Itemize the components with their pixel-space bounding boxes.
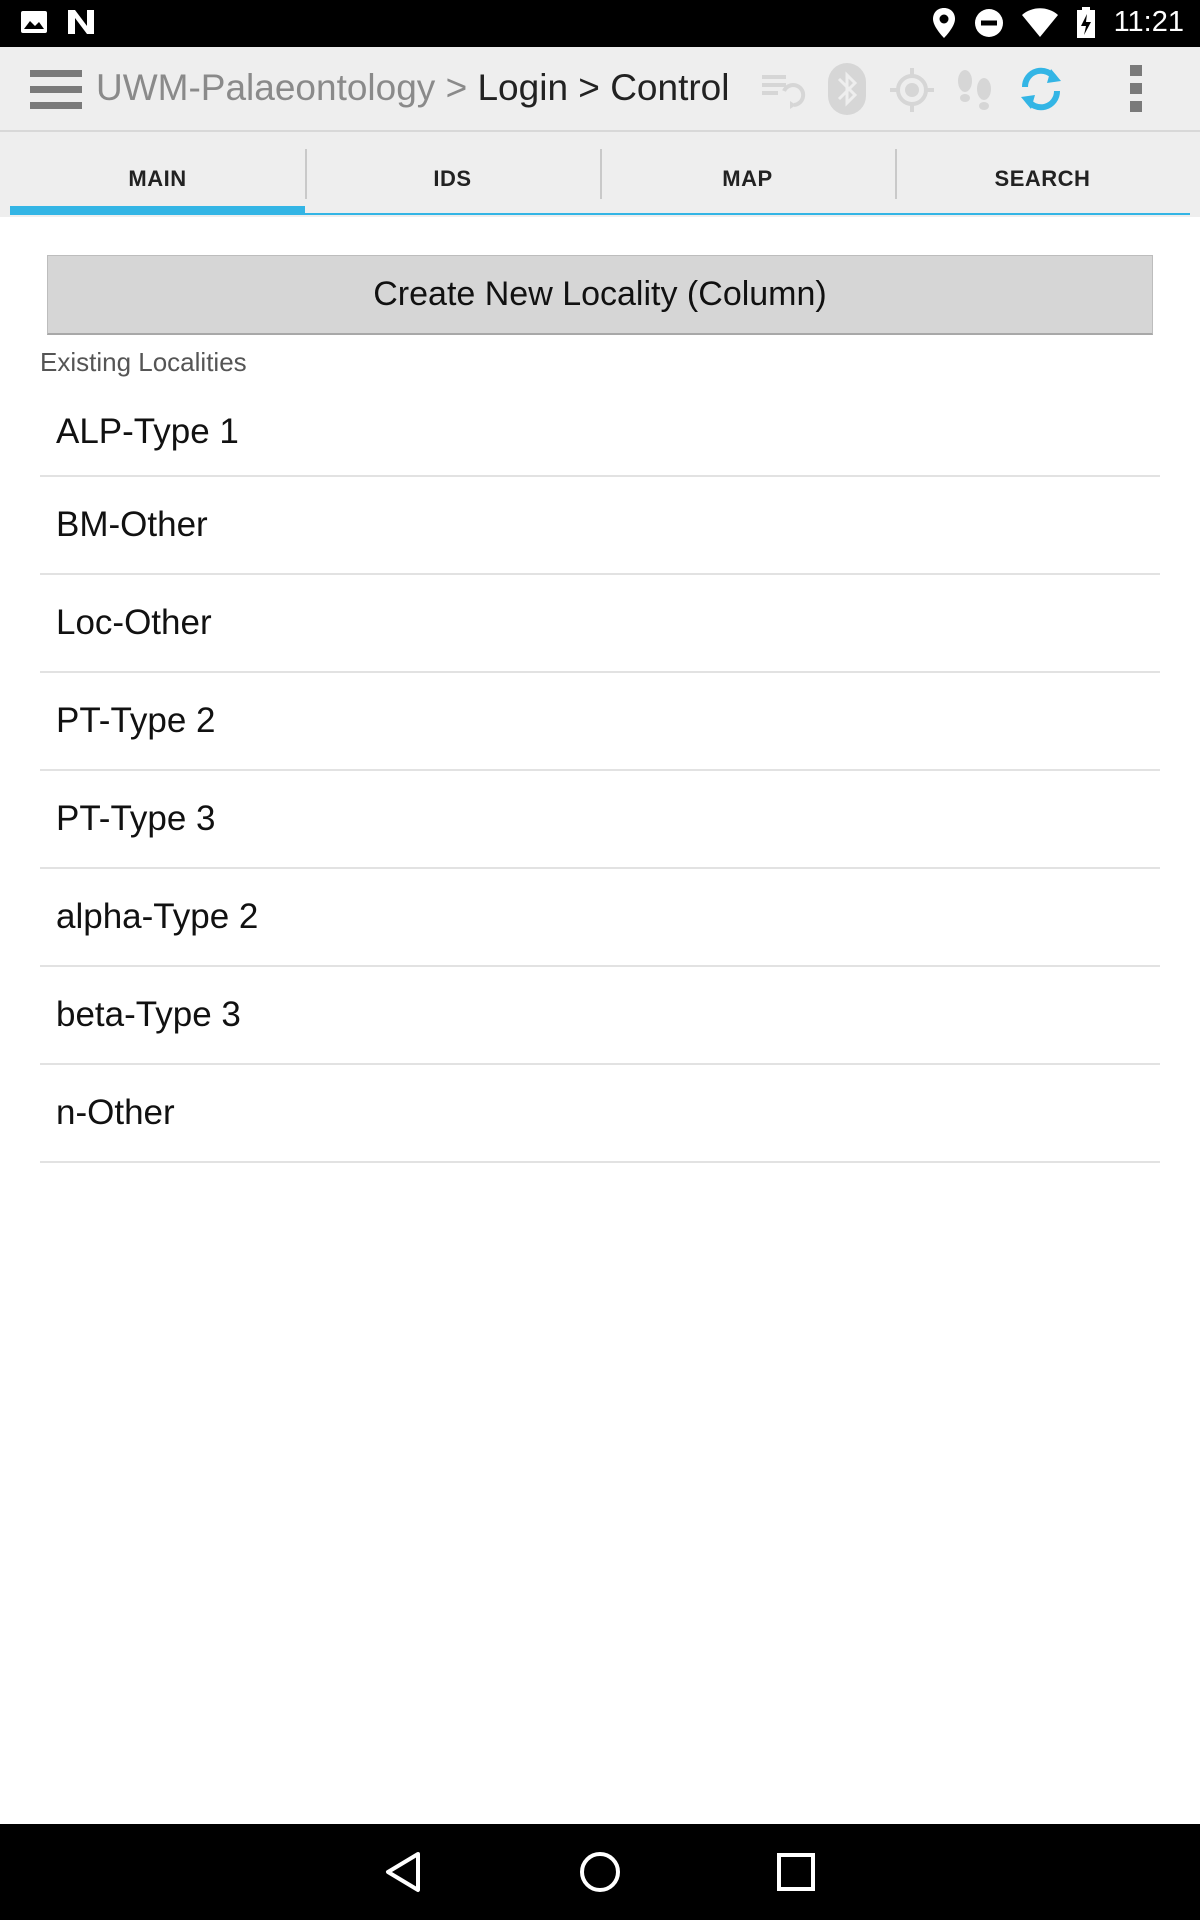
sync-icon[interactable] [1015, 63, 1067, 115]
back-icon[interactable] [380, 1848, 428, 1896]
navigation-bar [0, 1824, 1200, 1920]
breadcrumb: UWM-Palaeontology > Login > Control [96, 67, 729, 109]
menu-icon[interactable] [30, 70, 82, 110]
image-icon [21, 11, 47, 33]
battery-icon [1076, 6, 1095, 38]
status-bar: 11:21 [0, 0, 1200, 47]
list-item[interactable]: ALP-Type 1 [40, 388, 1160, 477]
n-icon [68, 10, 94, 34]
status-time: 11:21 [1113, 6, 1184, 38]
breadcrumb-login[interactable]: Login [477, 67, 568, 108]
list-item[interactable]: Loc-Other [40, 575, 1160, 673]
gps-icon[interactable] [889, 67, 935, 113]
action-bar: UWM-Palaeontology > Login > Control [0, 47, 1200, 132]
tracking-footprints-icon[interactable] [952, 67, 998, 113]
recents-icon[interactable] [772, 1848, 820, 1896]
list-item[interactable]: beta-Type 3 [40, 967, 1160, 1065]
tab-ids[interactable]: IDS [305, 145, 600, 213]
bluetooth-icon[interactable] [824, 61, 870, 117]
breadcrumb-separator: > [578, 67, 600, 108]
sync-queue-icon[interactable] [760, 67, 806, 113]
tab-bar: MAIN IDS MAP SEARCH [10, 145, 1190, 215]
list-item[interactable]: alpha-Type 2 [40, 869, 1160, 967]
locality-list: ALP-Type 1 BM-Other Loc-Other PT-Type 2 … [40, 388, 1160, 1163]
breadcrumb-control: Control [610, 67, 730, 108]
list-item[interactable]: n-Other [40, 1065, 1160, 1163]
list-item[interactable]: PT-Type 2 [40, 673, 1160, 771]
tab-search[interactable]: SEARCH [895, 145, 1190, 213]
tab-map[interactable]: MAP [600, 145, 895, 213]
breadcrumb-app[interactable]: UWM-Palaeontology [96, 67, 435, 108]
breadcrumb-separator: > [445, 67, 468, 108]
tab-main[interactable]: MAIN [10, 145, 305, 215]
main-content: Create New Locality (Column) Existing Lo… [0, 217, 1200, 1824]
location-icon [932, 7, 955, 38]
list-item[interactable]: PT-Type 3 [40, 771, 1160, 869]
create-locality-button[interactable]: Create New Locality (Column) [47, 255, 1153, 335]
overflow-menu-icon[interactable] [1122, 63, 1150, 115]
existing-localities-label: Existing Localities [40, 347, 247, 377]
do-not-disturb-icon [974, 8, 1003, 37]
home-icon[interactable] [576, 1848, 624, 1896]
wifi-icon [1021, 7, 1058, 37]
list-item[interactable]: BM-Other [40, 477, 1160, 575]
